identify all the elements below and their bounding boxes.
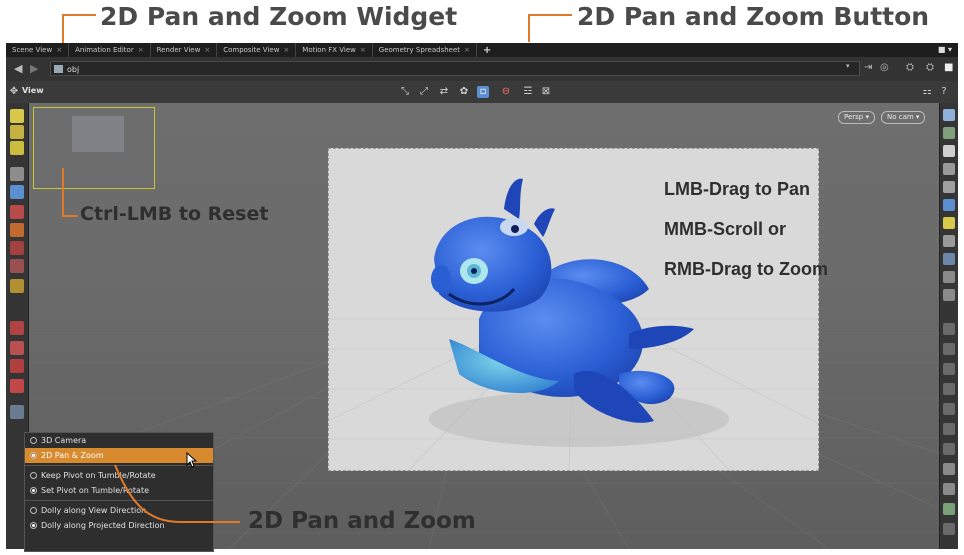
view-menu-icon[interactable]: ✥	[8, 86, 20, 98]
menu-item-3d-camera[interactable]: 3D Camera	[25, 433, 213, 448]
instruction-pan: LMB-Drag to Pan	[664, 179, 810, 199]
radio-icon	[30, 507, 37, 514]
select-tool-icon[interactable]	[10, 109, 24, 123]
no-entry-icon[interactable]: ⊖	[500, 86, 512, 98]
pan-zoom-2d-button[interactable]: ▫	[477, 86, 489, 98]
callout-line	[62, 168, 64, 216]
path-field[interactable]: obj	[50, 61, 860, 76]
diamond-icon[interactable]	[943, 483, 955, 495]
shading-icon[interactable]	[943, 127, 955, 139]
sphere-icon[interactable]	[943, 181, 955, 193]
shape-icon[interactable]	[943, 463, 955, 475]
instruction-zoom: RMB-Drag to Zoom	[664, 259, 828, 279]
snap-tool-icon[interactable]	[10, 341, 24, 355]
curve-icon[interactable]	[943, 423, 955, 435]
track-icon[interactable]: ⤢	[418, 86, 430, 98]
angle-icon[interactable]	[943, 403, 955, 415]
tumble-icon[interactable]: ⤡	[399, 86, 411, 98]
radio-icon	[30, 522, 37, 529]
safe-area-icon[interactable]: ☲	[522, 86, 534, 98]
pane-menu-icon[interactable]: ■ ▾	[938, 43, 952, 57]
grid-tool-icon[interactable]	[10, 321, 24, 335]
wire-icon[interactable]	[943, 271, 955, 283]
tab-render-view[interactable]: Render View ×	[151, 43, 218, 57]
corner-icon[interactable]	[943, 443, 955, 455]
bone-tool-icon[interactable]	[10, 223, 24, 237]
tab-motion-fx-view[interactable]: Motion FX View ×	[296, 43, 373, 57]
display-icon[interactable]	[943, 109, 955, 121]
view-label: View	[22, 86, 44, 95]
radio-icon	[30, 487, 37, 494]
vector-icon[interactable]	[943, 343, 955, 355]
callout-widget: 2D Pan and Zoom Widget	[100, 2, 458, 31]
normal-icon[interactable]	[943, 289, 955, 301]
pan-zoom-widget[interactable]	[33, 107, 155, 189]
callout-line	[528, 14, 530, 42]
lock-icon[interactable]	[943, 145, 955, 157]
snapshot-icon[interactable]: ⊠	[540, 86, 552, 98]
light-icon[interactable]	[943, 163, 955, 175]
mesh-icon[interactable]	[943, 503, 955, 515]
handle-tool-icon[interactable]	[10, 241, 24, 255]
move-tool-icon[interactable]	[10, 125, 24, 139]
radio-icon	[30, 452, 37, 459]
camera-tool-icon[interactable]	[10, 405, 24, 419]
tab-scene-view[interactable]: Scene View ×	[6, 43, 70, 57]
lock-tool-icon[interactable]	[10, 185, 24, 199]
figure-tool-icon[interactable]	[10, 259, 24, 273]
pointer-tool-icon[interactable]	[10, 167, 24, 181]
radio-icon	[30, 472, 37, 479]
scale-tool-icon[interactable]	[10, 141, 24, 155]
no-cam-menu[interactable]: No cam ▾	[881, 111, 926, 124]
path-dropdown-icon[interactable]: ▾	[846, 62, 850, 70]
callout-mode: 2D Pan and Zoom	[248, 508, 476, 534]
callout-button: 2D Pan and Zoom Button	[577, 2, 930, 31]
bulb-icon[interactable]	[943, 217, 955, 229]
snap-display-icon[interactable]	[943, 199, 955, 211]
vector2-icon[interactable]	[943, 363, 955, 375]
path-value: obj	[67, 65, 80, 74]
camera-gear-icon[interactable]: ✿	[458, 86, 470, 98]
maximize-icon[interactable]: ■	[944, 62, 953, 73]
right-display-shelf	[939, 103, 958, 549]
axis-icon[interactable]	[943, 523, 955, 535]
pane-tab-bar: Scene View × Animation Editor × Render Vie…	[6, 43, 958, 57]
tab-composite-view[interactable]: Composite View ×	[217, 43, 297, 57]
grid-display-icon[interactable]	[943, 253, 955, 265]
pan-zoom-widget-view-rect[interactable]	[72, 116, 124, 152]
point-icon[interactable]	[943, 323, 955, 335]
viewer-toolbar: ✥ View ⤡ ⤢ ⇄ ✿ ▫ ⊖ ☲ ⊠ ⚏ ?	[6, 81, 958, 104]
number-icon[interactable]	[943, 383, 955, 395]
tab-animation-editor[interactable]: Animation Editor ×	[69, 43, 151, 57]
layout-icon[interactable]: ⛭	[926, 62, 934, 73]
persp-camera-menu[interactable]: Persp ▾	[838, 111, 875, 124]
paint-tool-icon[interactable]	[10, 205, 24, 219]
radio-icon	[30, 437, 37, 444]
back-arrow-icon[interactable]: ◀	[14, 62, 22, 75]
pin-icon[interactable]: ⇥	[864, 62, 872, 73]
pose-tool-icon[interactable]	[10, 279, 24, 293]
callout-line	[528, 14, 572, 16]
callout-line-curve	[114, 464, 240, 523]
forward-arrow-icon[interactable]: ▶	[30, 62, 38, 75]
magnet-tool-icon[interactable]	[10, 359, 24, 373]
instruction-scroll: MMB-Scroll or	[664, 219, 787, 239]
person-icon[interactable]	[943, 235, 955, 247]
magnet2-tool-icon[interactable]	[10, 379, 24, 393]
obj-context-icon	[54, 65, 63, 73]
path-bar: ◀ ▶ obj ▾ ⇥ ◎ ⛭ ⛭ ■	[6, 57, 958, 81]
flip-icon[interactable]: ⇄	[438, 86, 450, 98]
display-options-icon[interactable]: ⚏	[921, 86, 933, 98]
callout-line	[62, 215, 78, 217]
add-tab-icon[interactable]: +	[477, 45, 497, 56]
link-icon[interactable]: ◎	[880, 62, 889, 73]
tab-geometry-spreadsheet[interactable]: Geometry Spreadsheet ×	[373, 43, 477, 57]
help-icon[interactable]: ?	[938, 86, 950, 98]
network-icon[interactable]: ⛭	[906, 62, 914, 73]
callout-line	[62, 14, 96, 16]
callout-reset: Ctrl-LMB to Reset	[80, 203, 269, 225]
